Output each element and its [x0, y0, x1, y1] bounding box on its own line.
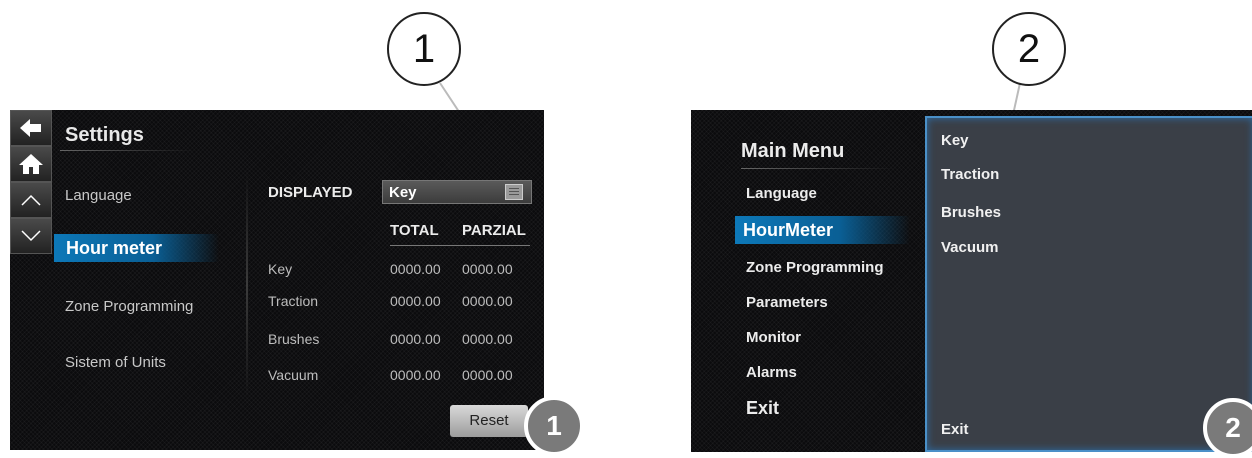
panel-item-traction[interactable]: Traction	[941, 166, 999, 183]
menu-item-hourmeter[interactable]: HourMeter	[735, 216, 910, 244]
header-underline	[390, 245, 530, 246]
back-arrow-icon	[20, 119, 41, 137]
panel-item-exit[interactable]: Exit	[941, 421, 969, 438]
home-button[interactable]	[10, 146, 52, 182]
menu-item-exit[interactable]: Exit	[746, 398, 779, 419]
column-header-partial: PARZIAL	[462, 222, 526, 239]
row-total-traction: 0000.00	[390, 293, 441, 309]
menu-item-monitor[interactable]: Monitor	[746, 329, 801, 346]
row-label-key: Key	[268, 261, 293, 277]
row-partial-vacuum: 0000.00	[462, 367, 513, 383]
menu-item-hour-meter[interactable]: Hour meter	[54, 234, 219, 262]
home-icon	[19, 154, 43, 174]
hourmeter-dropdown-panel: Key Traction Brushes Vacuum Exit	[925, 116, 1252, 452]
panel-item-key[interactable]: Key	[941, 132, 969, 149]
menu-item-zone-programming[interactable]: Zone Programming	[746, 259, 884, 276]
back-button[interactable]	[10, 110, 52, 146]
row-label-vacuum: Vacuum	[268, 367, 319, 383]
title-divider	[60, 150, 195, 151]
up-button[interactable]	[10, 182, 52, 218]
row-partial-key: 0000.00	[462, 261, 513, 277]
reset-button[interactable]: Reset	[450, 405, 528, 437]
row-total-key: 0000.00	[390, 261, 441, 277]
title-divider	[741, 168, 896, 169]
row-total-brushes: 0000.00	[390, 331, 441, 347]
page-title: Main Menu	[741, 140, 845, 162]
up-chevron-icon	[21, 194, 41, 206]
down-chevron-icon	[21, 230, 41, 242]
row-partial-traction: 0000.00	[462, 293, 513, 309]
menu-item-parameters[interactable]: Parameters	[746, 294, 828, 311]
displayed-dropdown[interactable]: Key	[382, 180, 532, 204]
main-menu-screen: Main Menu Language HourMeter Zone Progra…	[691, 110, 1252, 452]
badge-1: 1	[524, 396, 584, 456]
row-partial-brushes: 0000.00	[462, 331, 513, 347]
list-icon[interactable]	[505, 184, 523, 200]
callout-1: 1	[387, 12, 461, 86]
dropdown-value: Key	[389, 184, 417, 201]
row-total-vacuum: 0000.00	[390, 367, 441, 383]
row-label-brushes: Brushes	[268, 331, 320, 347]
page-title: Settings	[65, 124, 144, 146]
callout-2: 2	[992, 12, 1066, 86]
panel-item-brushes[interactable]: Brushes	[941, 204, 1001, 221]
settings-screen: Settings Language Hour meter Zone Progra…	[10, 110, 544, 450]
down-button[interactable]	[10, 218, 52, 254]
menu-item-zone-programming[interactable]: Zone Programming	[65, 298, 193, 315]
row-label-traction: Traction	[268, 293, 319, 309]
displayed-label: DISPLAYED	[268, 184, 353, 201]
menu-item-alarms[interactable]: Alarms	[746, 364, 797, 381]
menu-item-language[interactable]: Language	[65, 187, 132, 204]
column-header-total: TOTAL	[390, 222, 439, 239]
panel-item-vacuum[interactable]: Vacuum	[941, 239, 999, 256]
menu-item-system-of-units[interactable]: Sistem of Units	[65, 354, 166, 371]
column-divider	[246, 170, 248, 400]
menu-item-language[interactable]: Language	[746, 185, 817, 202]
